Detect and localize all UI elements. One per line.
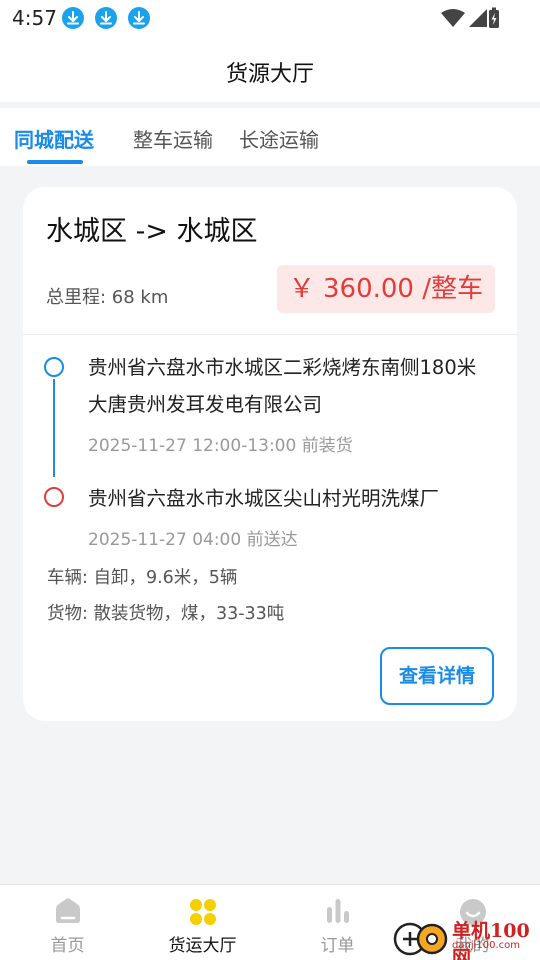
signal-icon — [469, 9, 487, 27]
divider — [23, 334, 517, 335]
watermark-text: 单机100网 — [452, 920, 530, 960]
nav-cargo-hall[interactable]: 货运大厅 — [135, 885, 270, 960]
page-title: 货源大厅 — [225, 62, 314, 87]
delivery-address: 贵州省六盘水市水城区尖山村光明洗煤厂 — [88, 487, 440, 510]
watermark-url: danji100.com — [452, 940, 520, 951]
tab-long-distance[interactable]: 长途运输 — [239, 124, 319, 153]
title-bar: 货源大厅 — [0, 36, 540, 102]
status-bar: 4:57 — [0, 0, 540, 36]
download-notification-icon — [128, 7, 150, 29]
nav-orders-label: 订单 — [320, 936, 355, 956]
watermark-logo-icon — [393, 922, 448, 956]
nav-home[interactable]: 首页 — [0, 885, 135, 960]
route-title: 水城区 -> 水城区 — [46, 216, 258, 247]
price-badge: ￥ 360.00 /整车 — [276, 265, 495, 313]
pickup-time: 2025-11-27 12:00-13:00 前装货 — [88, 436, 353, 456]
pickup-address: 贵州省六盘水市水城区二彩烧烤东南侧180米大唐贵州发耳发电有限公司 — [88, 356, 477, 416]
cargo-info: 货物: 散装货物，煤，33-33吨 — [47, 604, 285, 624]
download-notification-icon — [95, 7, 117, 29]
start-point-icon — [44, 357, 64, 377]
home-icon — [55, 898, 80, 923]
distance-label: 总里程: 68 km — [46, 287, 169, 308]
status-time: 4:57 — [12, 6, 57, 30]
nav-home-label: 首页 — [50, 936, 85, 956]
delivery-time: 2025-11-27 04:00 前送达 — [88, 530, 298, 550]
bar-chart-icon — [326, 899, 349, 923]
battery-charging-icon — [489, 7, 499, 28]
cargo-card[interactable]: 水城区 -> 水城区 总里程: 68 km ￥ 360.00 /整车 贵州省六盘… — [23, 187, 517, 721]
route-timeline-line — [53, 379, 55, 477]
watermark: 单机100网 danji100.com — [390, 914, 540, 960]
tab-full-truck[interactable]: 整车运输 — [133, 124, 213, 153]
grid-icon — [189, 899, 216, 925]
view-details-button[interactable]: 查看详情 — [380, 647, 494, 705]
nav-cargo-hall-label: 货运大厅 — [168, 936, 237, 956]
vehicle-info: 车辆: 自卸，9.6米，5辆 — [47, 568, 238, 588]
download-notification-icon — [62, 7, 84, 29]
nav-orders[interactable]: 订单 — [270, 885, 405, 960]
end-point-icon — [44, 487, 64, 507]
tab-same-city[interactable]: 同城配送 — [14, 124, 94, 153]
tab-active-indicator — [27, 160, 83, 164]
tab-bar: 同城配送 整车运输 长途运输 — [0, 108, 540, 166]
wifi-icon — [441, 9, 465, 27]
